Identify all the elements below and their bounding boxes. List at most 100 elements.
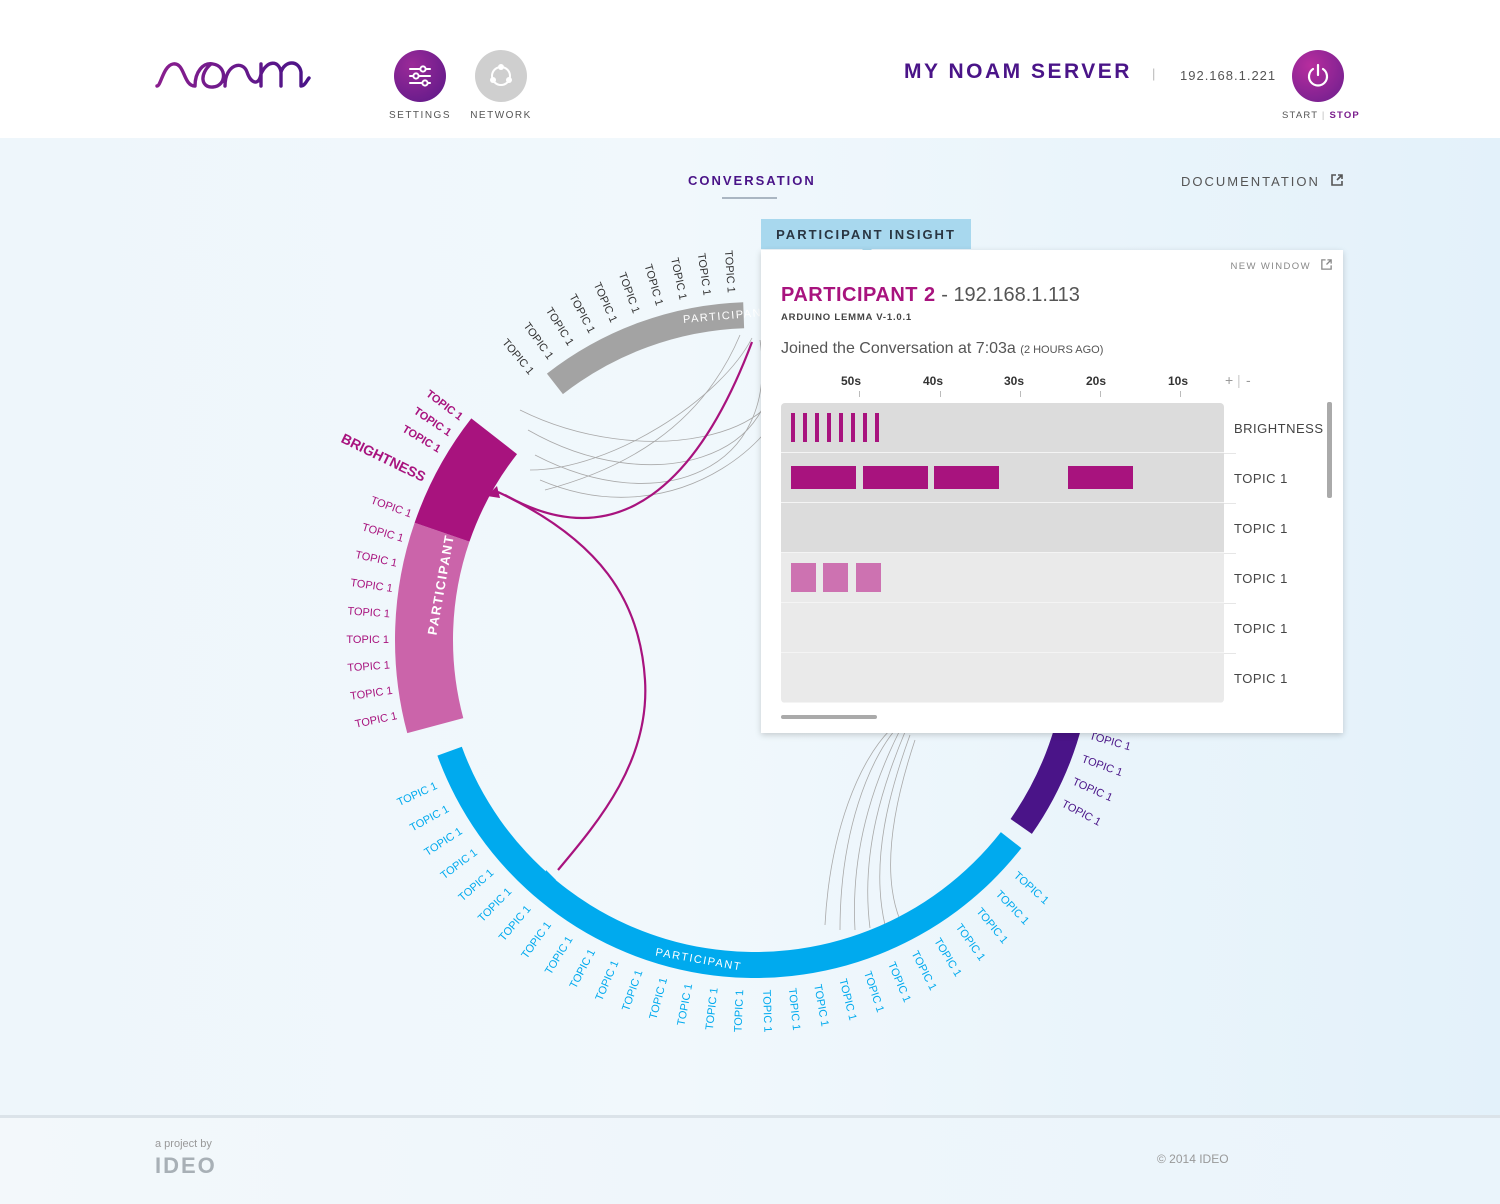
topic-label[interactable]: TOPIC 1 [396,780,440,809]
topic-label[interactable]: TOPIC 1 [786,987,802,1031]
timeline-row [781,453,1224,503]
topic-label[interactable]: TOPIC 1 [568,947,598,990]
topic-label[interactable]: TOPIC 1 [620,969,645,1013]
vertical-scrollbar[interactable] [1327,402,1332,498]
topic-label[interactable]: TOPIC 1 [1088,730,1132,753]
project-by-label: a project by [155,1138,212,1150]
topic-label[interactable]: TOPIC 1 [543,306,576,348]
topic-label[interactable]: TOPIC 1 [408,803,451,834]
timeline-row-label: TOPIC 1 [1234,671,1288,686]
time-axis-label: 30s [1004,374,1025,388]
activity-event[interactable] [839,413,843,442]
topic-label[interactable]: TOPIC 1 [722,250,737,293]
activity-event[interactable] [863,413,867,442]
topic-label[interactable]: TOPIC 1 [497,903,534,943]
topic-label[interactable]: TOPIC 1 [519,920,554,962]
topic-label[interactable]: TOPIC 1 [347,605,390,620]
timeline-row-label: TOPIC 1 [1234,621,1288,636]
participant-device: ARDUINO LEMMA V-1.0.1 [781,312,912,323]
topic-label[interactable]: TOPIC 1 [476,886,514,925]
topic-label[interactable]: TOPIC 1 [1071,776,1115,804]
copyright: © 2014 IDEO [1157,1152,1229,1166]
timeline-row [781,403,1224,453]
topic-label[interactable]: TOPIC 1 [347,659,390,674]
topic-label[interactable]: TOPIC 1 [974,906,1010,946]
topic-label[interactable]: TOPIC 1 [616,271,642,315]
topic-label[interactable]: TOPIC 1 [732,989,746,1032]
topic-label[interactable]: TOPIC 1 [361,522,405,545]
topic-label[interactable]: TOPIC 1 [704,987,721,1031]
chord-link [867,731,906,929]
topic-label[interactable]: TOPIC 1 [566,292,597,335]
topic-label[interactable]: TOPIC 1 [885,960,913,1004]
activity-event[interactable] [1068,466,1133,489]
topic-label[interactable]: TOPIC 1 [456,867,496,904]
activity-event[interactable] [875,413,879,442]
participant-insight-panel: NEW WINDOW PARTICIPANT 2 - 192.168.1.113… [761,250,1343,733]
row-divider [1224,553,1236,554]
activity-grid [781,403,1224,703]
topic-label[interactable]: TOPIC 1 [648,976,671,1020]
chord-link[interactable] [504,341,754,520]
topic-label[interactable]: TOPIC 1 [909,949,939,992]
joined-ago: (2 HOURS AGO) [1020,344,1104,356]
topic-label[interactable]: TOPIC 1 [760,990,773,1033]
activity-event[interactable] [856,563,881,592]
topic-label[interactable]: TOPIC 1 [354,549,398,570]
participant-insight-tab[interactable]: PARTICIPANT INSIGHT [761,219,971,249]
participant-name-separator: - [935,284,954,306]
row-divider [1224,653,1236,654]
topic-label[interactable]: TOPIC 1 [422,826,464,859]
activity-event[interactable] [791,413,795,442]
topic-label[interactable]: TOPIC 1 [1011,870,1051,907]
topic-label[interactable]: TOPIC 1 [953,922,987,964]
topic-label[interactable]: TOPIC 1 [346,634,389,646]
activity-event[interactable] [934,466,999,489]
row-divider [1224,603,1236,604]
topic-label[interactable]: TOPIC 1 [993,888,1031,927]
axis-tick [859,391,860,397]
activity-event[interactable] [803,413,807,442]
topic-label[interactable]: TOPIC 1 [591,281,619,325]
row-divider [1224,453,1236,454]
timeline-row-label: TOPIC 1 [1234,521,1288,536]
topic-label[interactable]: TOPIC 1 [593,959,621,1003]
joined-text: Joined the Conversation at 7:03a [781,340,1016,357]
joined-info: Joined the Conversation at 7:03a (2 HOUR… [781,340,1103,358]
axis-tick [1180,391,1181,397]
zoom-out-button[interactable]: - [1246,372,1251,388]
topic-label[interactable]: TOPIC 1 [350,577,394,595]
activity-event[interactable] [791,466,856,489]
horizontal-scrollbar[interactable] [781,715,877,719]
timeline-row-label: TOPIC 1 [1234,471,1288,486]
topic-label[interactable]: TOPIC 1 [642,263,665,307]
topic-label[interactable]: TOPIC 1 [1059,798,1102,829]
topic-label[interactable]: TOPIC 1 [811,983,830,1027]
topic-label[interactable]: TOPIC 1 [369,495,413,521]
topic-label[interactable]: TOPIC 1 [668,257,689,301]
topic-label[interactable]: TOPIC 1 [354,710,398,731]
topic-label[interactable]: TOPIC 1 [499,337,536,377]
topic-label[interactable]: TOPIC 1 [931,936,963,979]
topic-label[interactable]: TOPIC 1 [675,983,695,1027]
time-axis-label: 50s [841,374,862,388]
topic-label[interactable]: TOPIC 1 [439,847,480,882]
topic-label[interactable]: TOPIC 1 [1080,753,1124,779]
activity-event[interactable] [851,413,855,442]
new-window-link[interactable]: NEW WINDOW [1230,258,1333,272]
chord-link[interactable] [497,491,647,871]
activity-event[interactable] [823,563,848,592]
topic-label[interactable]: TOPIC 1 [695,252,713,296]
activity-event[interactable] [827,413,831,442]
topic-label[interactable]: TOPIC 1 [350,685,394,703]
time-axis-label: 10s [1168,374,1189,388]
activity-event[interactable] [791,563,816,592]
activity-event[interactable] [863,466,928,489]
topic-label[interactable]: TOPIC 1 [543,934,576,977]
topic-label[interactable]: TOPIC 1 [861,970,886,1014]
topic-label[interactable]: TOPIC 1 [836,977,858,1021]
activity-event[interactable] [815,413,819,442]
topic-label[interactable]: TOPIC 1 [521,320,556,362]
time-axis-label: 20s [1086,374,1107,388]
zoom-in-button[interactable]: + [1225,372,1233,388]
